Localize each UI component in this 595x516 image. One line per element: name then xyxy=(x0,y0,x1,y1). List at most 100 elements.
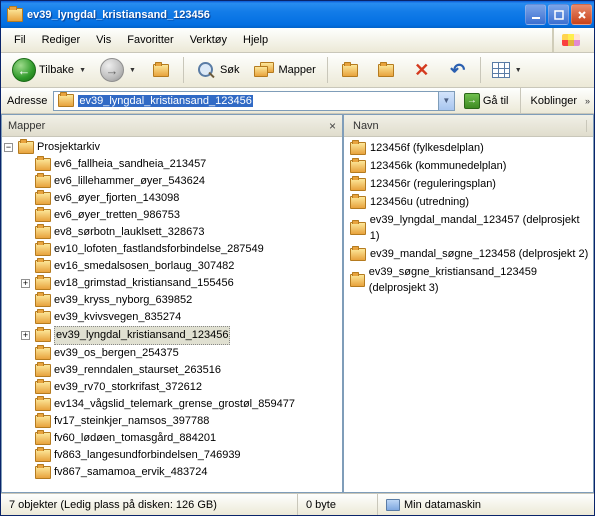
search-button[interactable]: Søk xyxy=(190,56,245,84)
undo-button[interactable]: ↶ xyxy=(442,56,474,84)
tree-item[interactable]: ev8_sørbotn_lauklsett_328673 xyxy=(21,224,342,241)
menu-view[interactable]: Vis xyxy=(89,31,118,49)
folder-icon xyxy=(35,311,51,324)
folder-icon xyxy=(35,192,51,205)
list-item-label: 123456r (reguleringsplan) xyxy=(370,176,496,192)
tree-item-label: ev16_smedalsosen_borlaug_307482 xyxy=(54,258,234,275)
folder-icon xyxy=(35,432,51,445)
tree-item[interactable]: ev10_lofoten_fastlandsforbindelse_287549 xyxy=(21,241,342,258)
folder-tree[interactable]: − Prosjektarkiv ev6_fallheia_sandheia_21… xyxy=(2,137,342,492)
folders-icon xyxy=(254,61,276,79)
up-button[interactable] xyxy=(145,56,177,84)
tree-item[interactable]: ev39_kvivsvegen_835274 xyxy=(21,309,342,326)
expand-spacer xyxy=(21,262,30,271)
tree-item[interactable]: ev39_os_bergen_254375 xyxy=(21,345,342,362)
menu-edit[interactable]: Rediger xyxy=(35,31,88,49)
tree-item[interactable]: ev6_øyer_tretten_986753 xyxy=(21,207,342,224)
address-value: ev39_lyngdal_kristiansand_123456 xyxy=(78,95,252,107)
tree-item[interactable]: fv17_steinkjer_namsos_397788 xyxy=(21,413,342,430)
tree-item[interactable]: ev39_rv70_storkrifast_372612 xyxy=(21,379,342,396)
list-item-label: 123456f (fylkesdelplan) xyxy=(370,140,484,156)
folder-icon xyxy=(35,277,51,290)
tree-item[interactable]: ev39_renndalen_staurset_263516 xyxy=(21,362,342,379)
expand-icon[interactable]: + xyxy=(21,331,30,340)
expand-icon[interactable]: + xyxy=(21,279,30,288)
list-item[interactable]: 123456k (kommunedelplan) xyxy=(344,157,593,175)
delete-button[interactable]: ✕ xyxy=(406,56,438,84)
list-item-label: 123456u (utredning) xyxy=(370,194,469,210)
folder-icon xyxy=(35,449,51,462)
address-dropdown-icon[interactable]: ▼ xyxy=(438,92,454,110)
expand-spacer xyxy=(21,228,30,237)
menu-favorites[interactable]: Favoritter xyxy=(120,31,180,49)
folders-pane-close-button[interactable]: × xyxy=(329,119,336,133)
folder-icon xyxy=(350,160,366,173)
name-column-header[interactable]: Navn xyxy=(350,120,587,132)
tree-item[interactable]: ev134_vågslid_telemark_grense_grostøl_85… xyxy=(21,396,342,413)
list-item[interactable]: ev39_lyngdal_mandal_123457 (delprosjekt … xyxy=(344,211,593,245)
expand-spacer xyxy=(21,468,30,477)
expand-spacer xyxy=(21,383,30,392)
menu-help[interactable]: Hjelp xyxy=(236,31,275,49)
tree-item[interactable]: ev6_lillehammer_øyer_543624 xyxy=(21,173,342,190)
views-button[interactable]: ▼ xyxy=(487,59,527,81)
expand-spacer xyxy=(21,349,30,358)
views-icon xyxy=(492,62,510,78)
toolbar-separator xyxy=(480,57,481,83)
back-label: Tilbake xyxy=(39,64,74,76)
up-folder-icon xyxy=(150,59,172,81)
tree-item[interactable]: ev6_øyer_fjorten_143098 xyxy=(21,190,342,207)
go-button[interactable]: → Gå til xyxy=(459,91,514,111)
toolbar: ← Tilbake ▼ → ▼ Søk Mapper ✕ ↶ ▼ xyxy=(1,53,594,88)
move-to-button[interactable] xyxy=(334,56,366,84)
collapse-icon[interactable]: − xyxy=(4,143,13,152)
address-input[interactable]: ev39_lyngdal_kristiansand_123456 ▼ xyxy=(53,91,454,111)
tree-item[interactable]: +ev39_lyngdal_kristiansand_123456 xyxy=(21,326,342,345)
folders-button[interactable]: Mapper xyxy=(249,58,321,82)
folder-icon xyxy=(35,294,51,307)
folder-icon xyxy=(35,398,51,411)
folder-icon xyxy=(35,347,51,360)
tree-item-label: ev39_rv70_storkrifast_372612 xyxy=(54,379,202,396)
tree-root[interactable]: − Prosjektarkiv xyxy=(4,139,342,156)
folders-pane: Mapper × − Prosjektarkiv ev6_fallheia_sa… xyxy=(1,114,343,493)
windows-flag-icon xyxy=(552,28,588,52)
tree-item[interactable]: ev16_smedalsosen_borlaug_307482 xyxy=(21,258,342,275)
address-label: Adresse xyxy=(7,95,47,107)
folder-icon xyxy=(35,158,51,171)
back-dropdown-icon[interactable]: ▼ xyxy=(79,67,86,74)
tree-item[interactable]: fv863_langesundforbindelsen_746939 xyxy=(21,447,342,464)
list-item[interactable]: ev39_søgne_kristiansand_123459 (delprosj… xyxy=(344,263,593,297)
links-label[interactable]: Koblinger xyxy=(527,95,581,107)
list-item[interactable]: 123456f (fylkesdelplan) xyxy=(344,139,593,157)
close-button[interactable] xyxy=(571,4,592,25)
expand-spacer xyxy=(21,245,30,254)
menu-tools[interactable]: Verktøy xyxy=(183,31,234,49)
file-list[interactable]: 123456f (fylkesdelplan)123456k (kommuned… xyxy=(344,137,593,492)
tree-item[interactable]: ev39_kryss_nyborg_639852 xyxy=(21,292,342,309)
address-folder-icon xyxy=(58,94,74,107)
folders-pane-title: Mapper xyxy=(8,120,45,132)
window-controls xyxy=(525,4,592,25)
tree-item-label: ev134_vågslid_telemark_grense_grostøl_85… xyxy=(54,396,295,413)
back-button[interactable]: ← Tilbake ▼ xyxy=(7,55,91,85)
tree-item[interactable]: fv60_lødøen_tomasgård_884201 xyxy=(21,430,342,447)
folder-icon xyxy=(350,222,366,235)
maximize-button[interactable] xyxy=(548,4,569,25)
tree-item[interactable]: +ev18_grimstad_kristiansand_155456 xyxy=(21,275,342,292)
list-item[interactable]: 123456u (utredning) xyxy=(344,193,593,211)
folder-icon xyxy=(35,329,51,342)
copy-to-button[interactable] xyxy=(370,56,402,84)
tree-item[interactable]: fv867_samamoa_ervik_483724 xyxy=(21,464,342,481)
list-item[interactable]: ev39_mandal_søgne_123458 (delprosjekt 2) xyxy=(344,245,593,263)
links-chevron-icon[interactable]: » xyxy=(585,96,592,106)
forward-dropdown-icon[interactable]: ▼ xyxy=(129,67,136,74)
status-location: Min datamaskin xyxy=(378,494,594,515)
list-item[interactable]: 123456r (reguleringsplan) xyxy=(344,175,593,193)
views-dropdown-icon[interactable]: ▼ xyxy=(515,67,522,74)
minimize-button[interactable] xyxy=(525,4,546,25)
back-arrow-icon: ← xyxy=(12,58,36,82)
menu-file[interactable]: Fil xyxy=(7,31,33,49)
forward-button[interactable]: → ▼ xyxy=(95,55,141,85)
tree-item[interactable]: ev6_fallheia_sandheia_213457 xyxy=(21,156,342,173)
